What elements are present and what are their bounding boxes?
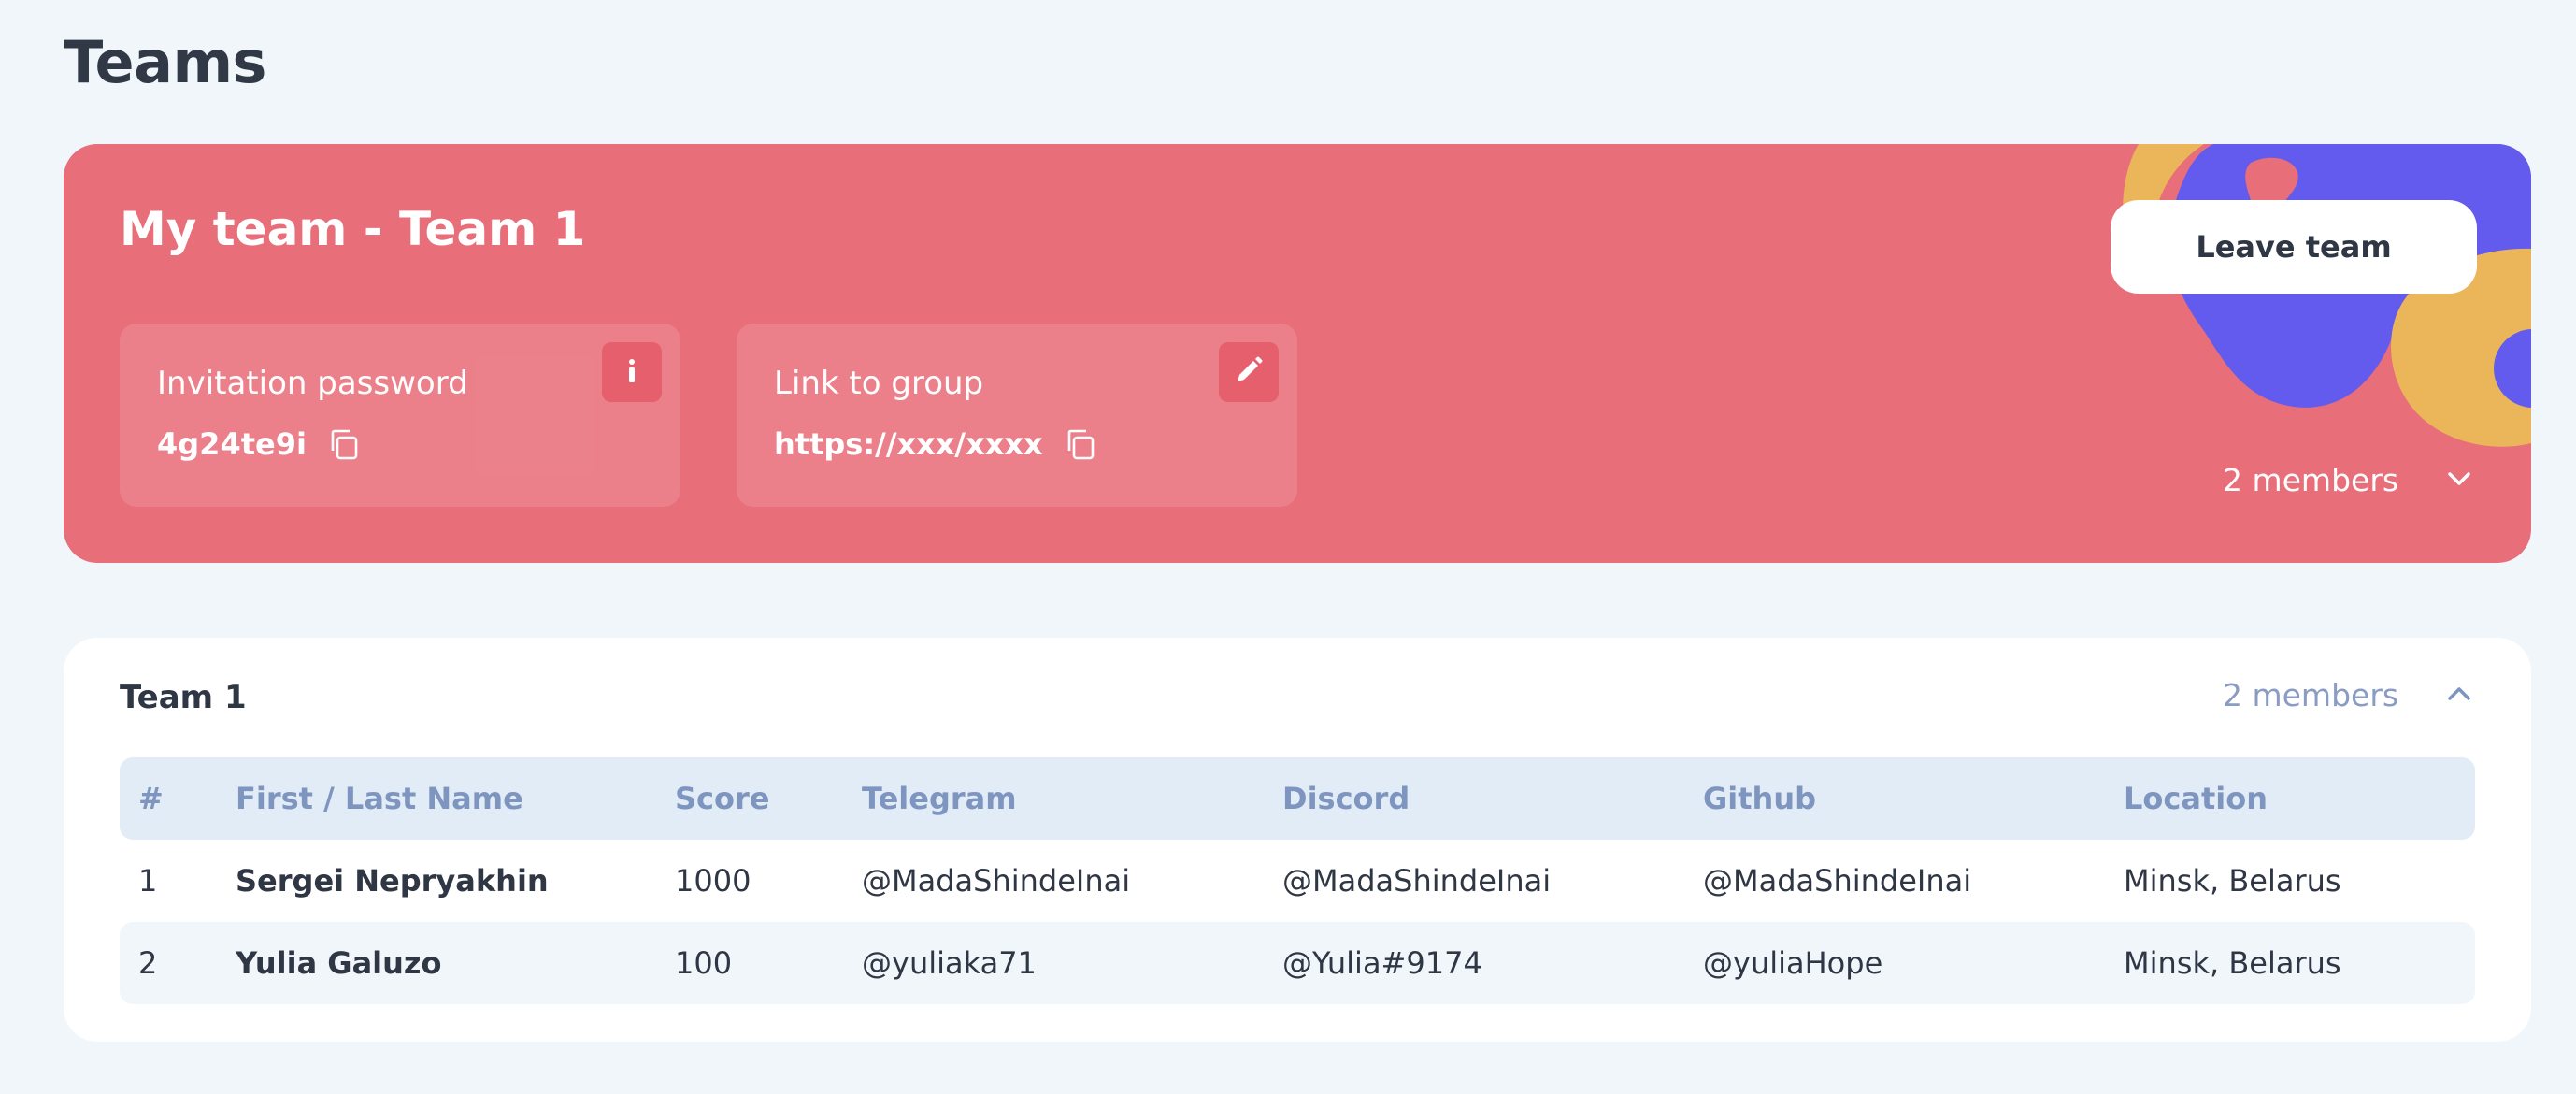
column-header-location: Location: [2124, 781, 2268, 816]
row-number: 1: [138, 863, 158, 899]
edit-link-button[interactable]: [1219, 342, 1279, 402]
members-count: 2 members: [2223, 462, 2399, 498]
column-header-discord: Discord: [1282, 781, 1410, 816]
invitation-password-row: 4g24te9i: [157, 426, 361, 462]
members-table: # First / Last Name Score Telegram Disco…: [120, 757, 2475, 1004]
member-discord: @Yulia#9174: [1282, 945, 1482, 981]
my-team-card: My team - Team 1 Invitation password 4g2…: [64, 144, 2531, 563]
member-score: 1000: [675, 863, 751, 899]
copy-icon[interactable]: [1064, 427, 1097, 461]
column-header-github: Github: [1703, 781, 1816, 816]
chevron-down-icon: [2445, 469, 2473, 492]
my-team-title: My team - Team 1: [120, 202, 586, 256]
member-telegram: @MadaShindeInai: [862, 863, 1131, 899]
teams-page: Teams My team - Team 1 Invitation passwo…: [0, 0, 2576, 1094]
group-link-row: https://xxx/xxxx: [774, 426, 1097, 462]
decorative-blobs: [2123, 144, 2531, 447]
column-header-name: First / Last Name: [236, 781, 523, 816]
invitation-password-value: 4g24te9i: [157, 426, 307, 462]
table-header-row: # First / Last Name Score Telegram Disco…: [120, 757, 2475, 840]
member-github: @yuliaHope: [1703, 945, 1883, 981]
member-name: Sergei Nepryakhin: [236, 863, 549, 899]
member-location: Minsk, Belarus: [2124, 945, 2341, 981]
pencil-icon: [1234, 355, 1264, 389]
column-header-telegram: Telegram: [862, 781, 1017, 816]
member-score: 100: [675, 945, 733, 981]
column-header-number: #: [138, 781, 164, 816]
group-link-card: Link to group https://xxx/xxxx: [737, 324, 1297, 507]
chevron-up-icon: [2445, 684, 2473, 707]
table-row: 2 Yulia Galuzo 100 @yuliaka71 @Yulia#917…: [120, 922, 2475, 1004]
copy-icon[interactable]: [327, 427, 361, 461]
my-team-members-toggle[interactable]: 2 members: [2223, 462, 2473, 498]
team-members-card: Team 1 2 members # First / Last Name Sco…: [64, 638, 2531, 1042]
info-button[interactable]: [602, 342, 662, 402]
member-discord: @MadaShindeInai: [1282, 863, 1552, 899]
table-row: 1 Sergei Nepryakhin 1000 @MadaShindeInai…: [120, 840, 2475, 922]
invitation-password-label: Invitation password: [157, 365, 468, 402]
row-number: 2: [138, 945, 158, 981]
team-members-toggle[interactable]: 2 members: [2223, 677, 2473, 713]
leave-team-button[interactable]: Leave team: [2111, 200, 2477, 294]
member-github: @MadaShindeInai: [1703, 863, 1972, 899]
members-count: 2 members: [2223, 677, 2399, 713]
column-header-score: Score: [675, 781, 770, 816]
member-telegram: @yuliaka71: [862, 945, 1037, 981]
group-link-label: Link to group: [774, 365, 984, 402]
group-link-value[interactable]: https://xxx/xxxx: [774, 426, 1043, 462]
member-location: Minsk, Belarus: [2124, 863, 2341, 899]
team-name: Team 1: [120, 679, 247, 716]
info-icon: [618, 356, 646, 388]
page-title: Teams: [64, 28, 266, 96]
member-name: Yulia Galuzo: [236, 945, 442, 981]
invitation-password-card: Invitation password 4g24te9i: [120, 324, 680, 507]
